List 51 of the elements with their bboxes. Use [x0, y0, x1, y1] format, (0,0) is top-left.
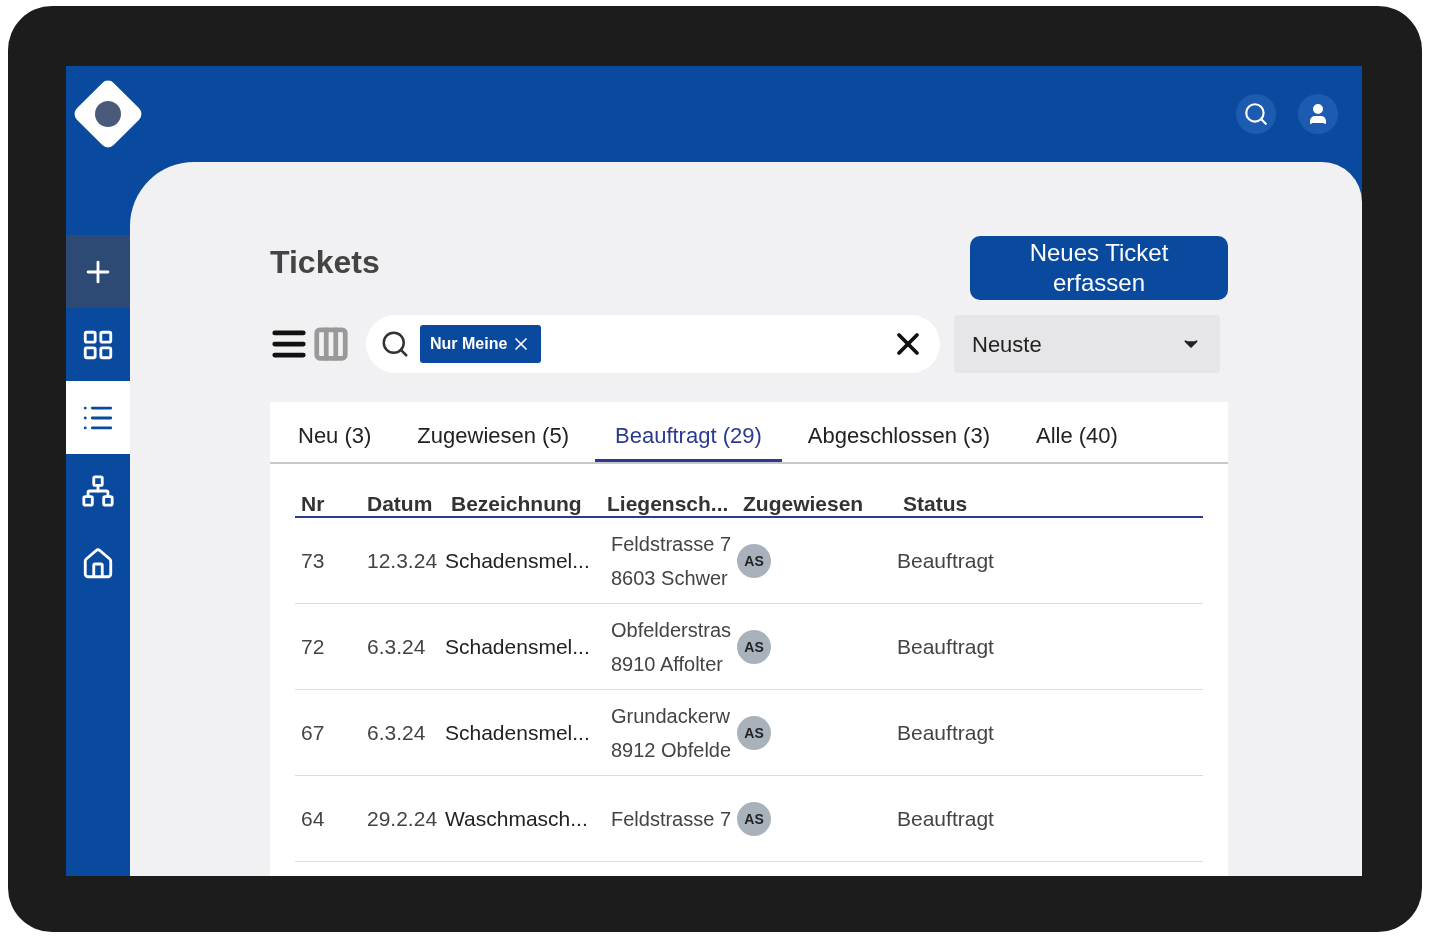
user-button[interactable]	[1298, 94, 1338, 134]
column-header: Status	[902, 491, 969, 517]
table-cell-text: Schadensmel...	[445, 633, 591, 660]
filter-chip[interactable]: Nur Meine	[420, 325, 542, 363]
table-cell-text: Waschmasch...	[445, 805, 589, 832]
table-cell-text: 6.3.24	[366, 633, 427, 660]
table-cell-text: Beauftragt	[897, 719, 995, 746]
table-cell-text: Grundackerw	[611, 703, 731, 729]
search-button[interactable]	[1236, 94, 1276, 134]
table-cell-text: Feldstrasse 7	[611, 531, 733, 557]
search-icon	[380, 329, 410, 359]
column-header: Zugewiesen	[742, 491, 865, 517]
search-field[interactable]: Nur Meine	[366, 315, 940, 373]
assignee-avatar: AS	[737, 630, 771, 665]
table-cell-text: 6.3.24	[366, 719, 427, 746]
table-cell-text: 8603 Schwer	[611, 565, 729, 591]
tab[interactable]: Beauftragt (29)	[595, 412, 782, 462]
column-header: Datum	[366, 491, 434, 517]
table-cell-text: Beauftragt	[897, 547, 995, 574]
sidebar-item[interactable]	[66, 381, 130, 454]
table-cell-text: Obfelderstras	[611, 617, 733, 643]
table-cell-text: 29.2.24	[366, 805, 439, 832]
assignee-avatar: AS	[737, 716, 771, 751]
assignee-avatar: AS	[737, 544, 771, 579]
new-ticket-button[interactable]: Neues Ticket erfassen	[970, 236, 1228, 300]
tab[interactable]: Zugewiesen (5)	[397, 412, 589, 462]
table-cell-text: Feldstrasse 7	[611, 806, 733, 832]
table-cell-text: 64	[300, 805, 326, 832]
tab[interactable]: Alle (40)	[1015, 412, 1138, 462]
house-icon	[81, 546, 115, 581]
column-header: Nr	[300, 491, 326, 517]
tab[interactable]: Neu (3)	[278, 412, 392, 462]
table-cell-text: Schadensmel...	[445, 719, 591, 746]
page-title: Tickets	[270, 243, 380, 282]
tab[interactable]: Abgeschlossen (3)	[787, 412, 1010, 462]
sort-dropdown[interactable]: Neuste	[954, 315, 1220, 373]
table-cell-text: 67	[300, 719, 326, 746]
table-cell-text: Beauftragt	[897, 805, 995, 832]
table-cell-text: 8910 Affolter	[611, 651, 724, 677]
network-icon	[81, 473, 115, 508]
column-header: Liegensch...	[606, 491, 730, 517]
column-header: Bezeichnung	[450, 491, 583, 517]
table-cell-text: 12.3.24	[366, 547, 439, 574]
table-cell-text: 72	[300, 633, 326, 660]
sidebar-item[interactable]	[66, 235, 130, 308]
table-cell-text: 73	[300, 547, 326, 574]
assignee-avatar: AS	[737, 802, 771, 837]
table-cell-text: 8912 Obfelde	[611, 737, 733, 763]
search-icon	[1243, 101, 1269, 127]
table-cell-text: Beauftragt	[897, 633, 995, 660]
table-cell-text: Schadensmel...	[445, 547, 591, 574]
